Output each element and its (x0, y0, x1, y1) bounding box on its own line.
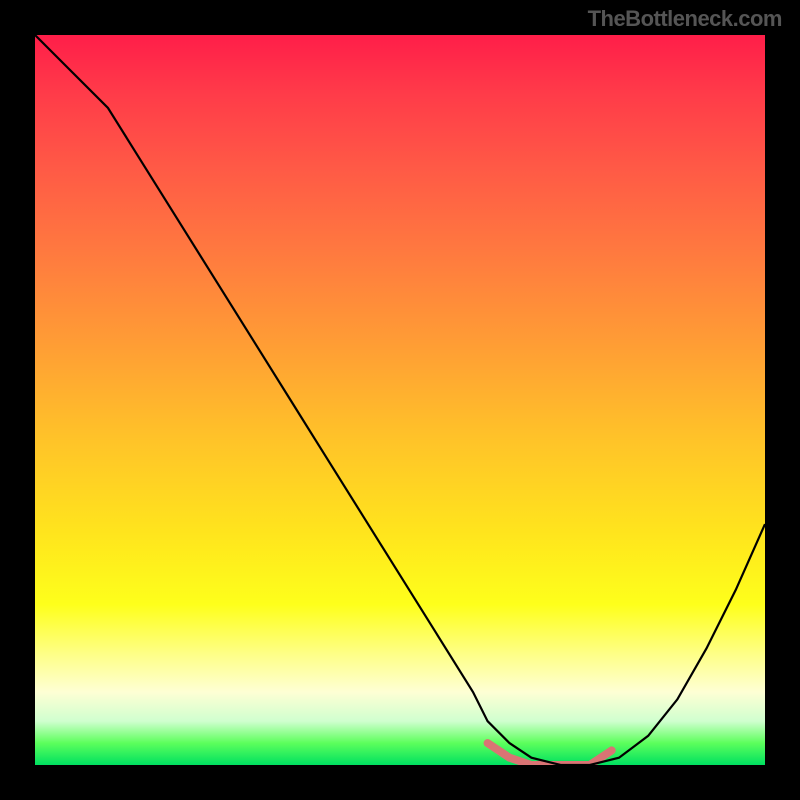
watermark-text: TheBottleneck.com (588, 6, 782, 32)
plot-area (35, 35, 765, 765)
chart-frame: TheBottleneck.com (0, 0, 800, 800)
bottleneck-curve-path (35, 35, 765, 765)
curve-layer (35, 35, 765, 765)
